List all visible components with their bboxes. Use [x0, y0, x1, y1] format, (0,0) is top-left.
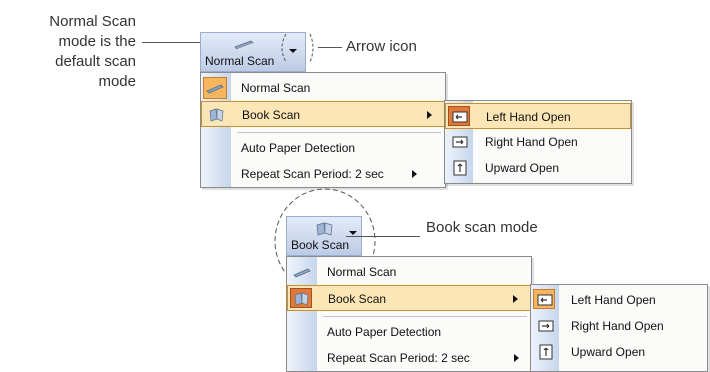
normal-scan-leader-line	[142, 42, 202, 43]
scanner-icon	[206, 84, 224, 94]
submenu-item-label: Right Hand Open	[571, 319, 664, 333]
arrow-icon-highlight	[281, 33, 314, 63]
submenu-item-label: Left Hand Open	[486, 110, 571, 124]
upward-open-icon	[453, 160, 467, 176]
menu-item-label: Repeat Scan Period: 2 sec	[327, 351, 470, 365]
menu-item-book-scan[interactable]: Book Scan	[287, 285, 531, 311]
menu-item-normal-scan[interactable]: Normal Scan	[287, 259, 531, 285]
callout-line: Normal Scan	[49, 13, 136, 30]
menu-item-repeat-scan-period[interactable]: Repeat Scan Period: 2 sec	[201, 161, 445, 187]
callout-line: mode is the	[58, 33, 136, 50]
arrow-icon-leader-line	[318, 47, 342, 48]
callout-line: default scan	[55, 53, 136, 70]
submenu-item-upward-open[interactable]: Upward Open	[445, 155, 631, 181]
menu-separator	[323, 316, 527, 317]
scanner-icon	[234, 40, 254, 51]
right-hand-open-icon	[538, 320, 554, 332]
book-scan-submenu: Left Hand Open Right Hand Open Upward Op…	[530, 284, 708, 372]
button-label: Normal Scan	[205, 54, 275, 68]
menu-item-auto-paper-detection[interactable]: Auto Paper Detection	[201, 135, 445, 161]
menu-item-label: Normal Scan	[327, 265, 397, 279]
normal-scan-mode-callout: Normal Scan mode is the default scan mod…	[0, 12, 136, 92]
book-scan-leader-line	[346, 236, 420, 237]
menu-item-auto-paper-detection[interactable]: Auto Paper Detection	[287, 319, 531, 345]
button-label: Book Scan	[291, 238, 350, 252]
submenu-arrow-icon	[412, 170, 417, 178]
right-hand-open-icon	[452, 136, 468, 148]
dropdown-arrow-icon[interactable]	[349, 231, 357, 235]
upward-open-icon	[539, 344, 553, 360]
scan-mode-menu: Normal Scan Book Scan Auto Paper Detecti…	[286, 256, 532, 372]
arrow-icon-callout: Arrow icon	[346, 38, 417, 55]
submenu-arrow-icon	[513, 295, 518, 303]
menu-item-label: Book Scan	[242, 108, 301, 122]
submenu-item-label: Right Hand Open	[485, 135, 578, 149]
menu-item-label: Normal Scan	[241, 81, 311, 95]
menu-item-book-scan[interactable]: Book Scan	[201, 101, 445, 127]
scanner-icon	[293, 268, 311, 278]
submenu-item-right-hand-open[interactable]: Right Hand Open	[445, 129, 631, 155]
left-hand-open-icon	[452, 111, 468, 123]
scan-mode-menu: Normal Scan Book Scan Auto Paper Detecti…	[200, 72, 446, 188]
menu-item-repeat-scan-period[interactable]: Repeat Scan Period: 2 sec	[287, 345, 531, 371]
left-hand-open-icon	[537, 294, 553, 306]
book-scan-mode-callout: Book scan mode	[426, 219, 538, 236]
menu-item-label: Repeat Scan Period: 2 sec	[241, 167, 384, 181]
submenu-item-left-hand-open[interactable]: Left Hand Open	[531, 287, 707, 313]
menu-item-label: Auto Paper Detection	[327, 325, 442, 339]
menu-separator	[237, 132, 441, 133]
menu-item-label: Book Scan	[328, 292, 387, 306]
submenu-item-label: Upward Open	[485, 161, 560, 175]
book-scan-submenu: Left Hand Open Right Hand Open Upward Op…	[444, 100, 632, 184]
submenu-arrow-icon	[514, 354, 519, 362]
submenu-item-label: Left Hand Open	[571, 293, 656, 307]
submenu-item-label: Upward Open	[571, 345, 646, 359]
submenu-item-upward-open[interactable]: Upward Open	[531, 339, 707, 365]
submenu-arrow-icon	[427, 111, 432, 119]
menu-item-normal-scan[interactable]: Normal Scan	[201, 75, 445, 101]
callout-line: mode	[98, 73, 136, 90]
book-icon	[294, 292, 309, 306]
book-icon	[209, 108, 224, 122]
menu-item-label: Auto Paper Detection	[241, 141, 356, 155]
submenu-item-right-hand-open[interactable]: Right Hand Open	[531, 313, 707, 339]
submenu-item-left-hand-open[interactable]: Left Hand Open	[445, 103, 631, 129]
book-icon	[316, 222, 333, 236]
